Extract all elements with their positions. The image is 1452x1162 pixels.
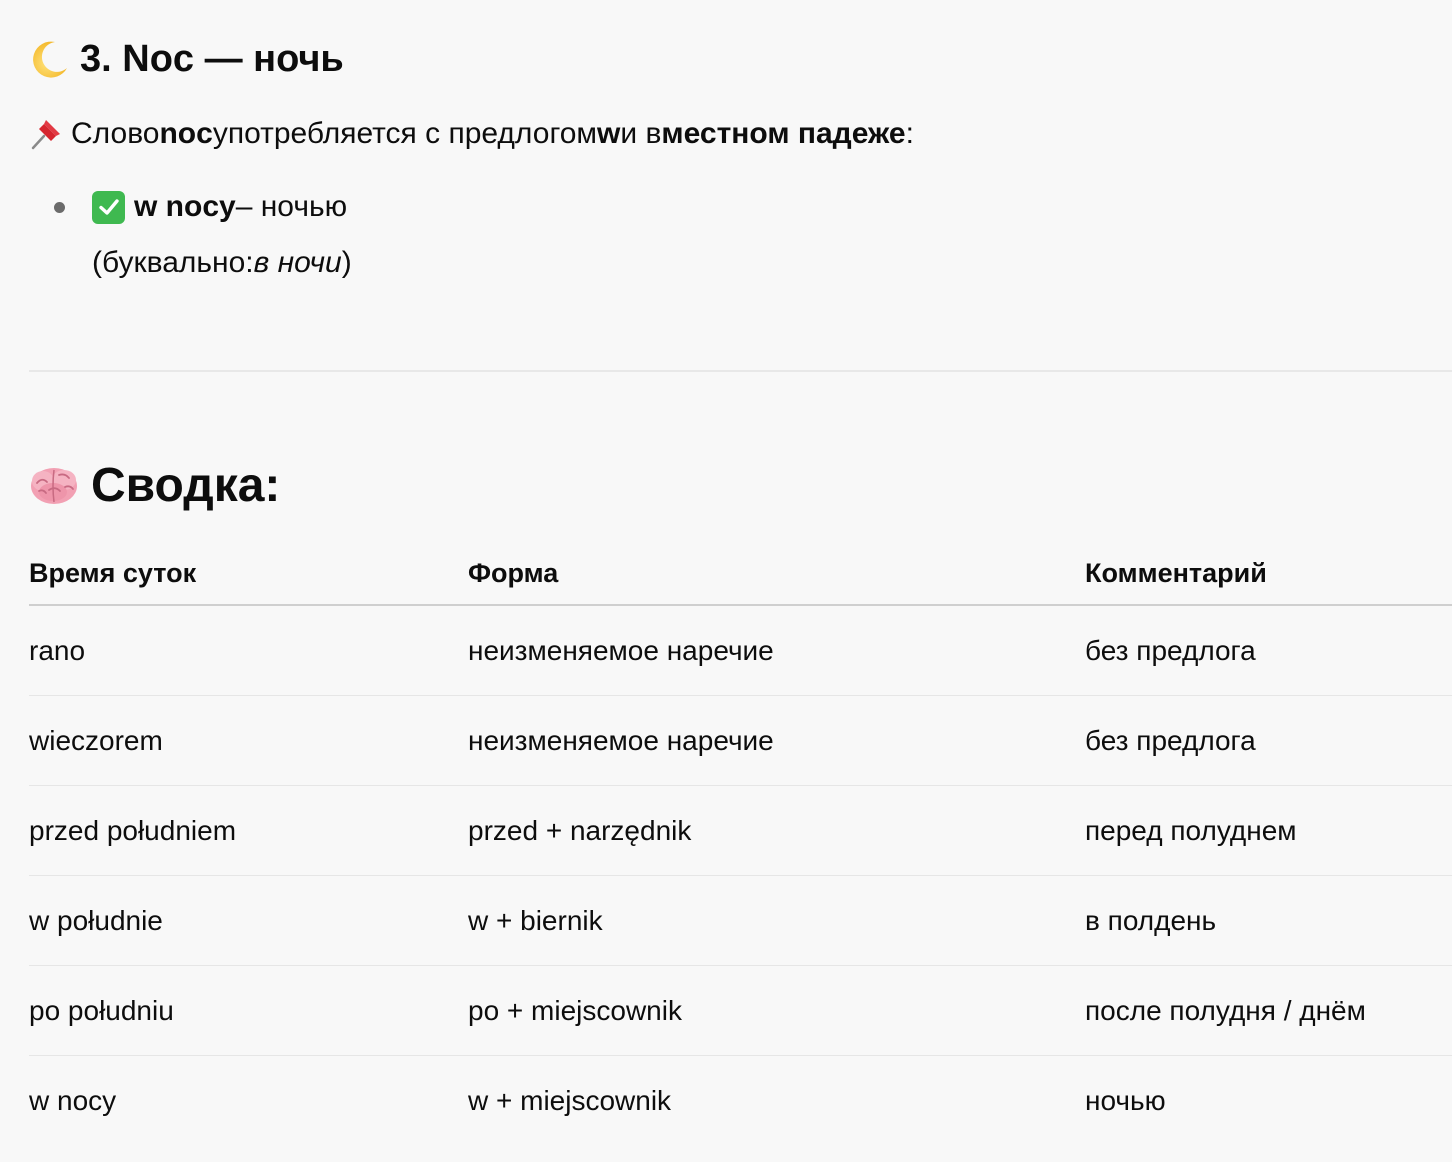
cell-form: przed + narzędnik	[468, 814, 692, 846]
cell-comment: без предлога	[1085, 634, 1256, 666]
column-header-form: Форма	[468, 557, 559, 588]
cell-form: po + miejscownik	[468, 994, 682, 1026]
section-heading-night: 3. Noc — ночь	[29, 34, 344, 84]
bullet-item: w nocy – ночью	[92, 186, 347, 228]
cell-form: w + miejscownik	[468, 1084, 672, 1116]
table-row: przed południem przed + narzędnik перед …	[29, 786, 1452, 876]
cell-time: w nocy	[29, 1084, 117, 1116]
cell-comment: в полдень	[1085, 904, 1217, 936]
summary-heading: Сводка:	[29, 454, 280, 516]
usage-note-case: местном падеже	[661, 117, 906, 150]
column-header-comment: Комментарий	[1085, 557, 1267, 588]
section-divider	[29, 370, 1452, 372]
table-header-row: Время суток Форма Комментарий	[29, 544, 1452, 606]
usage-note-text-4: :	[905, 117, 914, 150]
table-row: w południe w + biernik в полдень	[29, 876, 1452, 966]
cell-comment: ночью	[1085, 1084, 1166, 1116]
summary-table: Время суток Форма Комментарий rano неизм…	[29, 544, 1452, 1145]
page: 3. Noc — ночь Слово noc употребляется с …	[0, 0, 1452, 1162]
usage-note-text-1: Слово	[71, 117, 160, 150]
section-heading-text: 3. Noc — ночь	[80, 37, 344, 80]
column-header-time: Время суток	[29, 557, 197, 588]
pushpin-icon	[29, 117, 63, 151]
usage-note-preposition: w	[597, 117, 621, 150]
table-row: po południu po + miejscownik после полуд…	[29, 966, 1452, 1056]
bullet-literal-suffix: )	[341, 246, 352, 279]
summary-heading-text: Сводка:	[91, 458, 281, 512]
cell-form: w + biernik	[468, 904, 603, 936]
table-row: wieczorem неизменяемое наречие без предл…	[29, 696, 1452, 786]
usage-note: Слово noc употребляется с предлогом w и …	[29, 113, 914, 155]
table-row: rano неизменяемое наречие без предлога	[29, 606, 1452, 696]
table-row: w nocy w + miejscownik ночью	[29, 1056, 1452, 1145]
bullet-literal: (буквально: в ночи )	[92, 242, 352, 284]
cell-form: неизменяемое наречие	[468, 634, 774, 666]
cell-time: rano	[29, 634, 86, 666]
bullet-literal-value: в ночи	[253, 246, 342, 279]
cell-comment: после полудня / днём	[1085, 994, 1366, 1026]
brain-icon	[29, 464, 79, 506]
cell-comment: перед полуднем	[1085, 814, 1297, 846]
cell-comment: без предлога	[1085, 724, 1256, 756]
usage-note-text-2: употребляется с предлогом	[212, 117, 598, 150]
cell-form: неизменяемое наречие	[468, 724, 774, 756]
bullet-meaning: – ночью	[235, 190, 348, 223]
bullet-literal-prefix: (буквально:	[92, 246, 254, 279]
cell-time: wieczorem	[29, 724, 163, 756]
cell-time: w południe	[29, 904, 163, 936]
cell-time: po południu	[29, 994, 174, 1026]
check-mark-button-icon	[92, 190, 125, 224]
usage-note-word: noc	[159, 117, 213, 150]
cell-time: przed południem	[29, 814, 237, 846]
bullet-term: w nocy	[134, 190, 236, 223]
crescent-moon-icon	[29, 38, 71, 80]
usage-note-text-3: и в	[620, 117, 662, 150]
bullet-marker	[54, 202, 65, 213]
